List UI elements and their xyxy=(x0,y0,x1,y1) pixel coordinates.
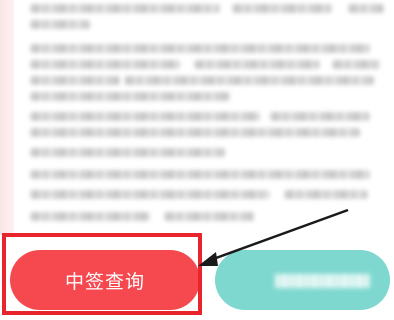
blurred-text-content xyxy=(14,0,394,235)
blurred-text-line xyxy=(30,60,180,69)
blurred-text-line xyxy=(30,92,230,101)
blurred-text-line xyxy=(30,212,150,221)
highlight-annotation-box xyxy=(2,233,202,315)
blurred-button-label xyxy=(275,274,370,288)
blurred-text-line xyxy=(30,76,120,85)
blurred-text-line xyxy=(30,190,270,199)
blurred-text-line xyxy=(30,44,370,53)
blurred-text-line xyxy=(124,76,374,85)
blurred-text-line xyxy=(232,4,332,13)
blurred-text-line xyxy=(270,112,370,121)
blurred-text-line xyxy=(30,148,225,157)
blurred-text-line xyxy=(194,60,320,69)
blurred-text-line xyxy=(164,212,254,221)
blurred-text-line xyxy=(30,112,260,121)
app-screen: 中签查询 xyxy=(0,0,394,320)
blurred-text-line xyxy=(332,60,380,69)
blurred-text-line xyxy=(348,4,384,13)
blurred-text-line xyxy=(30,128,360,137)
blurred-text-line xyxy=(30,20,90,29)
blurred-text-line xyxy=(30,4,220,13)
blurred-text-line xyxy=(30,170,370,179)
left-accent-strip xyxy=(0,0,14,235)
blurred-text-line xyxy=(284,190,368,199)
secondary-action-button[interactable] xyxy=(215,250,390,310)
